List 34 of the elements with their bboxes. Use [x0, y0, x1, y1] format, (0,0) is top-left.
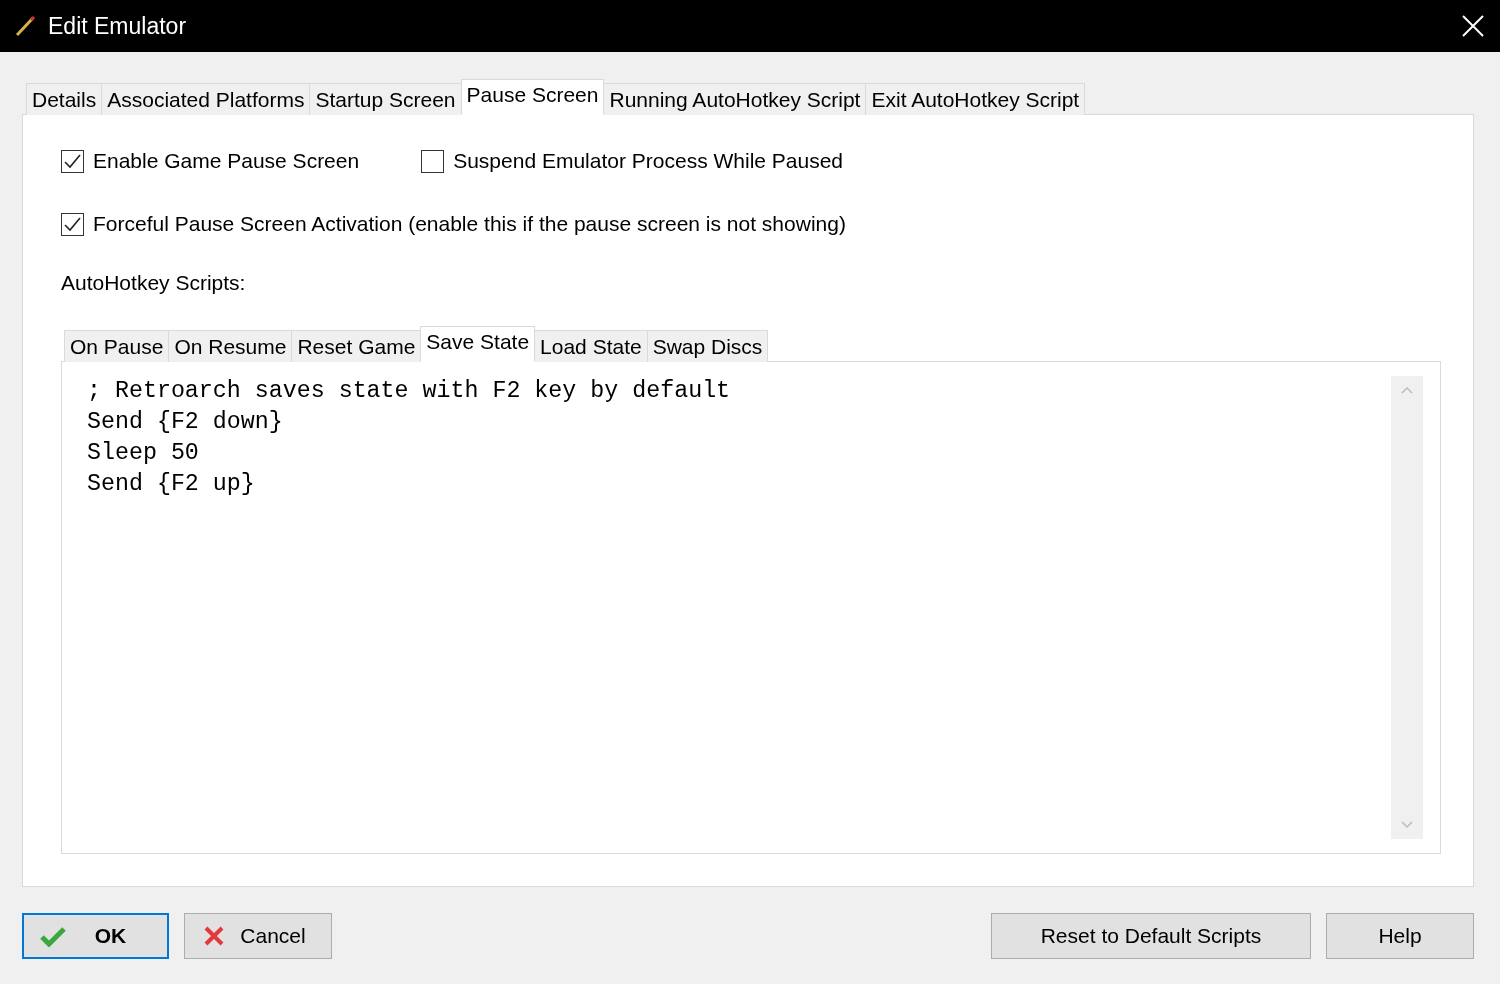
- cross-icon: [204, 926, 224, 946]
- checkbox[interactable]: Forceful Pause Screen Activation (enable this if the pause screen is not showing): [61, 212, 846, 236]
- scripts-label: AutoHotkey Scripts:: [61, 271, 247, 295]
- close-button[interactable]: [1460, 13, 1486, 39]
- window-title: Edit Emulator: [48, 12, 188, 40]
- dialog-button[interactable]: Help: [1326, 913, 1474, 959]
- ok-button[interactable]: OK: [22, 913, 169, 959]
- close-icon: [1462, 15, 1484, 37]
- checkbox-box[interactable]: [61, 149, 84, 173]
- tab[interactable]: Exit AutoHotkey Script: [865, 83, 1086, 115]
- dialog-button[interactable]: Reset to Default Scripts: [991, 913, 1311, 959]
- checkbox[interactable]: Enable Game Pause Screen: [61, 149, 360, 173]
- checkbox-box[interactable]: [61, 212, 84, 236]
- tab[interactable]: Details: [26, 83, 103, 115]
- pencil-icon: [14, 15, 36, 37]
- script-editor[interactable]: ; Retroarch saves state with F2 key by default Send {F2 down} Sleep 50 Send {F2 up}: [61, 361, 1441, 854]
- code-line: Send {F2 up}: [87, 470, 256, 499]
- tab[interactable]: Startup Screen: [309, 83, 462, 115]
- tab[interactable]: Associated Platforms: [101, 83, 311, 115]
- code-line: Send {F2 down}: [87, 408, 284, 437]
- code-line: ; Retroarch saves state with F2 key by default: [87, 377, 732, 406]
- tab[interactable]: Pause Screen: [460, 79, 605, 115]
- cancel-button[interactable]: Cancel: [184, 913, 332, 959]
- checkbox-box[interactable]: [421, 149, 445, 173]
- tab[interactable]: Reset Game: [291, 330, 422, 362]
- tab[interactable]: Running AutoHotkey Script: [603, 83, 867, 115]
- checkbox[interactable]: Suspend Emulator Process While Paused: [421, 149, 844, 173]
- tab[interactable]: On Pause: [64, 330, 170, 362]
- tab[interactable]: Save State: [420, 326, 536, 362]
- tab[interactable]: On Resume: [168, 330, 293, 362]
- tab[interactable]: Swap Discs: [646, 330, 769, 362]
- tab[interactable]: Load State: [534, 330, 648, 362]
- checkmark-icon: [40, 925, 66, 947]
- code-line: Sleep 50: [87, 439, 200, 468]
